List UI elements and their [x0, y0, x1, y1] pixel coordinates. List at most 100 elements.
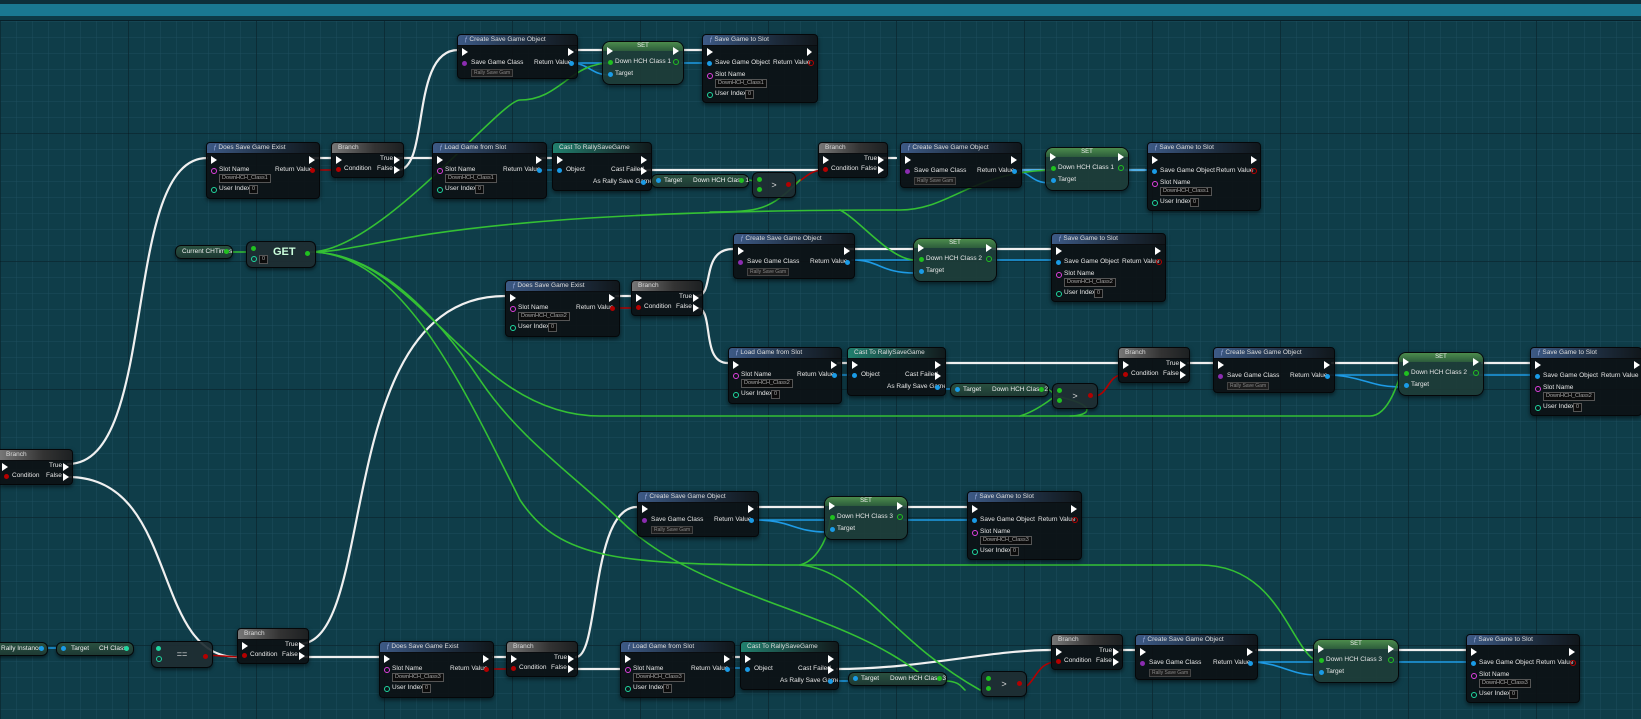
get-down-ch-class-2-node[interactable]: Target Down HCH Class 2: [950, 383, 1049, 397]
class-pin[interactable]: [642, 518, 647, 523]
exec-in-pin[interactable]: [1152, 156, 1158, 164]
set-node[interactable]: SET Down HCH Class 2 Target: [1398, 352, 1484, 396]
object-pin[interactable]: [1471, 661, 1476, 666]
exec-out-pin[interactable]: [1324, 361, 1330, 369]
exec-out-pin[interactable]: [483, 655, 489, 663]
exec-in-pin[interactable]: [1535, 361, 1541, 369]
bool-pin[interactable]: [1056, 659, 1061, 664]
set-node[interactable]: SET Down HCH Class 1 Target: [1045, 147, 1129, 191]
exec-in-pin[interactable]: [625, 655, 631, 663]
exec-in-pin[interactable]: [1123, 361, 1129, 369]
target-pin[interactable]: [608, 72, 613, 77]
exec-in-pin[interactable]: [607, 47, 613, 55]
bool-pin[interactable]: [1570, 660, 1576, 666]
int-pin-b[interactable]: [156, 656, 162, 662]
exec-in-pin[interactable]: [510, 294, 516, 302]
user-index-input[interactable]: 0: [1190, 198, 1200, 207]
greater-than-node[interactable]: >: [752, 172, 796, 198]
exec-out-pin[interactable]: [1071, 505, 1077, 513]
user-index-input[interactable]: 0: [663, 684, 673, 693]
bool-pin[interactable]: [484, 667, 489, 672]
string-pin[interactable]: [437, 168, 443, 174]
int-out-pin[interactable]: [897, 514, 903, 520]
int-pin[interactable]: [1152, 200, 1158, 206]
exec-in-pin[interactable]: [1056, 648, 1062, 656]
exec-in-pin[interactable]: [823, 156, 829, 164]
array-in-pin[interactable]: [251, 246, 256, 251]
user-index-input[interactable]: 0: [1094, 289, 1104, 298]
target-pin[interactable]: [955, 387, 960, 392]
slot-name-input[interactable]: DownHCH_Class1: [445, 174, 497, 183]
exec-in-pin[interactable]: [642, 505, 648, 513]
int-out-pin[interactable]: [739, 178, 744, 183]
object-pin[interactable]: [1535, 374, 1540, 379]
exec-out-pin[interactable]: [897, 502, 903, 510]
bool-out-pin[interactable]: [1088, 393, 1093, 398]
cast-failed-exec-pin[interactable]: [641, 167, 647, 175]
false-exec-pin[interactable]: [568, 665, 574, 673]
object-pin[interactable]: [1325, 374, 1330, 379]
target-pin[interactable]: [656, 178, 661, 183]
does-save-game-exist-node[interactable]: Does Save Game Exist Slot Name Return Va…: [206, 142, 320, 199]
bool-pin[interactable]: [610, 306, 615, 311]
class-dropdown[interactable]: Rally Save Gam: [747, 268, 790, 276]
int-out-pin[interactable]: [224, 249, 229, 254]
object-pin[interactable]: [707, 61, 712, 66]
target-pin[interactable]: [919, 269, 924, 274]
exec-in-pin[interactable]: [745, 655, 751, 663]
exec-in-pin[interactable]: [2, 463, 8, 471]
exec-in-pin[interactable]: [918, 244, 924, 252]
int-pin[interactable]: [1056, 291, 1062, 297]
exec-in-pin[interactable]: [1471, 648, 1477, 656]
save-game-to-slot-node[interactable]: Save Game to Slot Save Game Object Retur…: [1147, 142, 1261, 211]
class-pin[interactable]: [905, 169, 910, 174]
bool-pin[interactable]: [4, 474, 9, 479]
exec-in-pin[interactable]: [972, 505, 978, 513]
slot-name-input[interactable]: DownHCH_Class2: [741, 379, 793, 388]
branch-node[interactable]: Branch True Condition False: [1118, 347, 1190, 383]
greater-than-node[interactable]: >: [981, 671, 1027, 697]
string-pin[interactable]: [1056, 272, 1062, 278]
greater-than-node[interactable]: >: [1052, 383, 1098, 409]
int-pin[interactable]: [733, 392, 739, 398]
object-pin[interactable]: [537, 168, 542, 173]
branch-node[interactable]: Branch True Condition False: [0, 449, 73, 485]
exec-in-pin[interactable]: [1318, 645, 1324, 653]
exec-out-pin[interactable]: [831, 361, 837, 369]
set-node[interactable]: SET Down HCH Class 2 Target: [913, 238, 997, 282]
exec-in-pin[interactable]: [511, 655, 517, 663]
slot-name-input[interactable]: DownHCH_Class3: [1479, 679, 1531, 688]
class-pin[interactable]: [1140, 661, 1145, 666]
target-pin[interactable]: [1051, 178, 1056, 183]
bool-pin[interactable]: [823, 167, 828, 172]
get-down-ch-class-3-node[interactable]: Target Down HCH Class 3: [848, 672, 947, 686]
int-out-pin[interactable]: [1118, 165, 1124, 171]
slot-name-input[interactable]: DownHCH_Class2: [1543, 392, 1595, 401]
object-pin[interactable]: [749, 518, 754, 523]
index-input[interactable]: 0: [259, 255, 269, 264]
object-out-pin[interactable]: [641, 180, 646, 185]
int-pin[interactable]: [1319, 658, 1324, 663]
user-index-input[interactable]: 0: [548, 323, 558, 332]
object-out-pin[interactable]: [39, 646, 44, 651]
bool-pin[interactable]: [242, 653, 247, 658]
user-index-input[interactable]: 0: [1573, 403, 1583, 412]
exec-in-pin[interactable]: [707, 48, 713, 56]
branch-node[interactable]: Branch True Condition False: [506, 641, 578, 677]
exec-out-pin[interactable]: [1569, 648, 1575, 656]
get-rally-instance-node[interactable]: Rally Instance: [0, 642, 48, 656]
get-down-ch-class-1-node[interactable]: Target Down HCH Class 1: [651, 174, 749, 188]
class-pin[interactable]: [1218, 374, 1223, 379]
array-get-node[interactable]: GET 0: [246, 241, 316, 268]
slot-name-input[interactable]: DownHCH_Class2: [1064, 278, 1116, 287]
int-pin[interactable]: [608, 60, 613, 65]
int-out-pin[interactable]: [937, 676, 942, 681]
true-exec-pin[interactable]: [394, 156, 400, 164]
save-game-to-slot-node[interactable]: Save Game to Slot Save Game Object Retur…: [1051, 233, 1166, 302]
exec-in-pin[interactable]: [1218, 361, 1224, 369]
exec-out-pin[interactable]: [1473, 358, 1479, 366]
object-pin[interactable]: [1248, 661, 1253, 666]
int-pin-b[interactable]: [757, 187, 762, 192]
true-exec-pin[interactable]: [693, 294, 699, 302]
bool-pin[interactable]: [636, 305, 641, 310]
